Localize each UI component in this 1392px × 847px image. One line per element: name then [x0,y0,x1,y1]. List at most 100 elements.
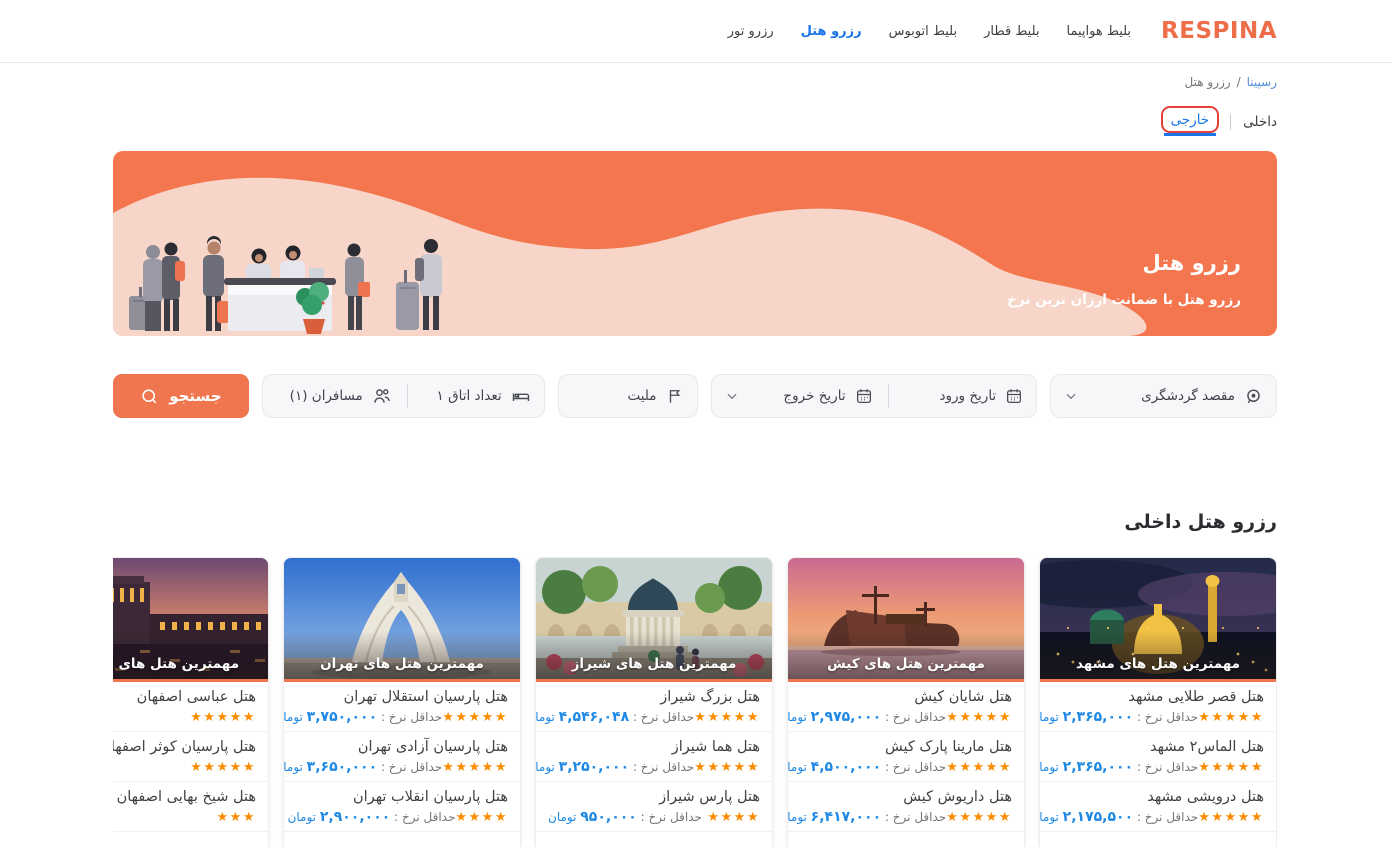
price-text: حداقل نرخ : ۲,۹۷۵,۰۰۰ تومان [787,709,946,725]
chevron-down-icon [725,389,739,403]
dates-field[interactable]: تاریخ ورود تاریخ خروج [711,374,1038,418]
hotel-name[interactable]: هتل مارینا پارک کیش [800,739,1012,755]
price-value: ۴,۵۴۶,۰۴۸ [559,709,629,725]
star-rating: ★★★★★ [1198,810,1264,825]
card-caption: مهمترین هتل های تهران [284,656,520,672]
nationality-field[interactable]: ملیت [558,374,698,418]
hotel-name[interactable]: هتل پارسیان استقلال تهران [296,689,508,705]
city-image[interactable]: مهمترین هتل های اصفهان [113,558,268,682]
hotel-name[interactable]: هتل پارسیان آزادی تهران [296,739,508,755]
hotel-name[interactable]: هتل الماس۲ مشهد [1052,739,1264,755]
price-text: حداقل نرخ : ۳,۷۵۰,۰۰۰ تومان [283,709,442,725]
price-value: ۲,۱۷۵,۵۰۰ [1063,809,1133,825]
city-image[interactable]: مهمترین هتل های تهران [284,558,520,682]
hotel-name[interactable]: هتل بزرگ شیراز [548,689,760,705]
active-tab-underline [1164,133,1217,136]
breadcrumb-current: رزرو هتل [1185,75,1231,89]
tab-domestic[interactable]: داخلی [1243,114,1277,130]
price-value: ۲,۹۰۰,۰۰۰ [320,809,390,825]
header: RESPINA بلیط هواپیما بلیط قطار بلیط اتوبوس… [0,0,1392,63]
nav-item-bus-ticket[interactable]: بلیط اتوبوس [889,24,957,39]
breadcrumb-separator: / [1237,75,1241,89]
price-currency: تومان [535,760,559,774]
price-currency: تومان [283,760,307,774]
city-hotels-card: مهمترین هتل های کیش هتل شایان کیش ★★★★★ … [787,557,1025,847]
tab-foreign[interactable]: خارجی [1162,109,1219,136]
star-rating: ★★★ [217,810,256,825]
hotel-name[interactable]: هتل شیخ بهایی اصفهان [113,789,256,805]
hotel-name[interactable]: هتل پارسیان کوثر اصفهان [113,739,256,755]
hotel-name[interactable]: هتل عباسی اصفهان [113,689,256,705]
star-rating: ★★★★★ [1198,760,1264,775]
hotel-name[interactable]: هتل هما شیراز [548,739,760,755]
hotel-reception-illustration [113,151,1277,336]
hotel-list-item: هتل پارس شیراز ★★★★ حداقل نرخ : ۹۵۰,۰۰۰ … [536,782,772,832]
price-label: حداقل نرخ : [1137,710,1198,724]
star-rating: ★★★★★ [946,810,1012,825]
checkout-label: تاریخ خروج [783,388,845,404]
rooms-passengers-field[interactable]: تعداد اتاق ۱ مسافران (۱) [262,374,545,418]
price-text: حداقل نرخ : ۲,۳۶۵,۰۰۰ تومان [1039,759,1198,775]
hotel-name[interactable]: هتل داریوش کیش [800,789,1012,805]
city-image[interactable]: مهمترین هتل های شیراز [536,558,772,682]
price-text: حداقل نرخ : ۴,۵۴۶,۰۴۸ تومان [535,709,694,725]
price-value: ۴,۵۰۰,۰۰۰ [811,759,881,775]
destination-label: مقصد گردشگری [1141,388,1235,404]
price-text: حداقل نرخ : ۳,۶۵۰,۰۰۰ تومان [283,759,442,775]
star-rating: ★★★★★ [946,760,1012,775]
star-rating: ★★★★ [707,810,760,825]
price-label: حداقل نرخ : [1137,760,1198,774]
hotel-list: هتل عباسی اصفهان ★★★★★ حداقل نرخ : هتل پ… [113,682,268,832]
star-rating: ★★★★★ [190,760,256,775]
card-caption: مهمترین هتل های کیش [788,656,1024,672]
price-label: حداقل نرخ : [633,760,694,774]
hotel-name[interactable]: هتل درویشی مشهد [1052,789,1264,805]
price-currency: تومان [548,810,580,824]
hotel-list-item: هتل پارسیان کوثر اصفهان ★★★★★ حداقل نرخ … [113,732,268,782]
price-label: حداقل نرخ : [633,710,694,724]
card-caption: مهمترین هتل های مشهد [1040,656,1276,672]
location-pin-icon [1244,387,1263,406]
hotel-name[interactable]: هتل پارس شیراز [548,789,760,805]
nationality-label: ملیت [627,388,656,404]
hero-title: رزرو هتل [1007,251,1241,275]
star-rating: ★★★★★ [442,760,508,775]
price-currency: تومان [787,810,811,824]
hotel-name[interactable]: هتل شایان کیش [800,689,1012,705]
hotel-name[interactable]: هتل پارسیان انقلاب تهران [296,789,508,805]
nav-item-flight-ticket[interactable]: بلیط هواپیما [1067,24,1132,39]
price-text: حداقل نرخ : ۹۵۰,۰۰۰ تومان [548,809,702,825]
tab-divider [1230,114,1231,130]
checkin-label: تاریخ ورود [939,388,996,404]
hotel-list-item: هتل عباسی اصفهان ★★★★★ حداقل نرخ : [113,682,268,732]
hotel-list-item: هتل داریوش کیش ★★★★★ حداقل نرخ : ۶,۴۱۷,۰… [788,782,1024,832]
price-label: حداقل نرخ : [381,710,442,724]
hero-subtitle: رزرو هتل با ضمانت ارزان ترین نرخ [1007,292,1241,308]
field-divider [407,384,408,408]
search-button[interactable]: جستجو [113,374,249,418]
nav-item-hotel-reserve[interactable]: رزرو هتل [801,24,862,39]
star-rating: ★★★★★ [694,710,760,725]
hotel-list-item: هتل قصر طلایی مشهد ★★★★★ حداقل نرخ : ۲,۳… [1040,682,1276,732]
star-rating: ★★★★★ [190,710,256,725]
city-hotels-card: مهمترین هتل های شیراز هتل بزرگ شیراز ★★★… [535,557,773,847]
destination-field[interactable]: مقصد گردشگری [1050,374,1277,418]
city-image[interactable]: مهمترین هتل های مشهد [1040,558,1276,682]
price-value: ۳,۲۵۰,۰۰۰ [559,759,629,775]
nav-item-tour-reserve[interactable]: رزرو تور [728,24,774,39]
city-hotels-card: مهمترین هتل های اصفهان هتل عباسی اصفهان … [113,557,269,847]
hotel-name[interactable]: هتل قصر طلایی مشهد [1052,689,1264,705]
hotel-list-item: هتل شیخ بهایی اصفهان ★★★ حداقل نرخ : [113,782,268,832]
respina-logo[interactable]: RESPINA [1161,18,1277,44]
breadcrumb-home-link[interactable]: رسپینا [1247,75,1277,89]
price-currency: تومان [288,810,320,824]
price-text: حداقل نرخ : ۲,۱۷۵,۵۰۰ تومان [1039,809,1198,825]
city-image[interactable]: مهمترین هتل های کیش [788,558,1024,682]
price-text: حداقل نرخ : ۴,۵۰۰,۰۰۰ تومان [787,759,946,775]
hotel-list-item: هتل شایان کیش ★★★★★ حداقل نرخ : ۲,۹۷۵,۰۰… [788,682,1024,732]
hotel-list-item: هتل پارسیان انقلاب تهران ★★★★ حداقل نرخ … [284,782,520,832]
price-label: حداقل نرخ : [1137,810,1198,824]
nav-item-train-ticket[interactable]: بلیط قطار [984,24,1039,39]
hotel-list-item: هتل پارسیان استقلال تهران ★★★★★ حداقل نر… [284,682,520,732]
hotel-list: هتل بزرگ شیراز ★★★★★ حداقل نرخ : ۴,۵۴۶,۰… [536,682,772,832]
